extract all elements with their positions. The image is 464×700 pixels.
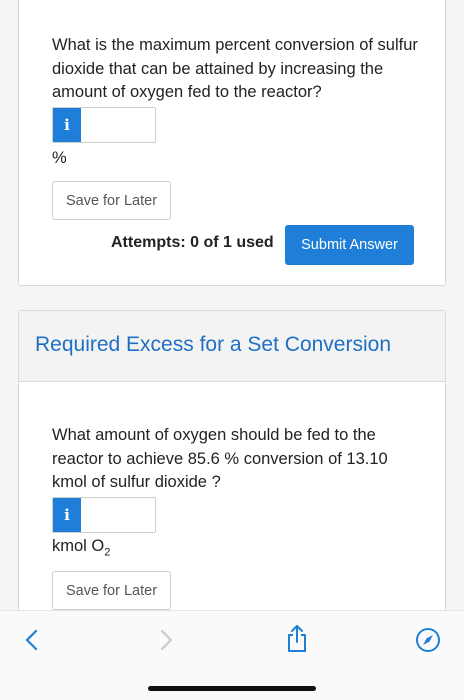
attempts-label: Attempts: 0 of 1 used — [111, 234, 274, 251]
answer-input-group: i — [52, 107, 156, 143]
compass-icon[interactable] — [413, 625, 443, 655]
info-icon[interactable]: i — [53, 108, 81, 142]
answer-input-group: i — [52, 497, 156, 533]
save-for-later-button[interactable]: Save for Later — [52, 181, 171, 220]
unit-label: % — [52, 149, 67, 167]
section-title: Required Excess for a Set Conversion — [35, 333, 392, 356]
question-card-2: Required Excess for a Set Conversion Wha… — [18, 310, 446, 610]
back-icon[interactable] — [18, 626, 46, 654]
unit-main: kmol O — [52, 537, 105, 555]
home-indicator[interactable] — [148, 686, 316, 691]
share-icon[interactable] — [282, 623, 312, 655]
submit-answer-button[interactable]: Submit Answer — [285, 225, 414, 265]
answer-field[interactable] — [81, 498, 155, 532]
page-content: What is the maximum percent conversion o… — [0, 0, 464, 610]
question-card: What is the maximum percent conversion o… — [18, 0, 446, 286]
save-for-later-button[interactable]: Save for Later — [52, 571, 171, 610]
question-text: What is the maximum percent conversion o… — [52, 36, 418, 101]
unit-label: kmol O2 — [52, 537, 110, 558]
info-icon[interactable]: i — [53, 498, 81, 532]
answer-field[interactable] — [81, 108, 155, 142]
section-header: Required Excess for a Set Conversion — [19, 311, 445, 382]
forward-icon[interactable] — [152, 626, 180, 654]
unit-subscript: 2 — [104, 546, 111, 559]
question-text: What amount of oxygen should be fed to t… — [52, 426, 388, 491]
